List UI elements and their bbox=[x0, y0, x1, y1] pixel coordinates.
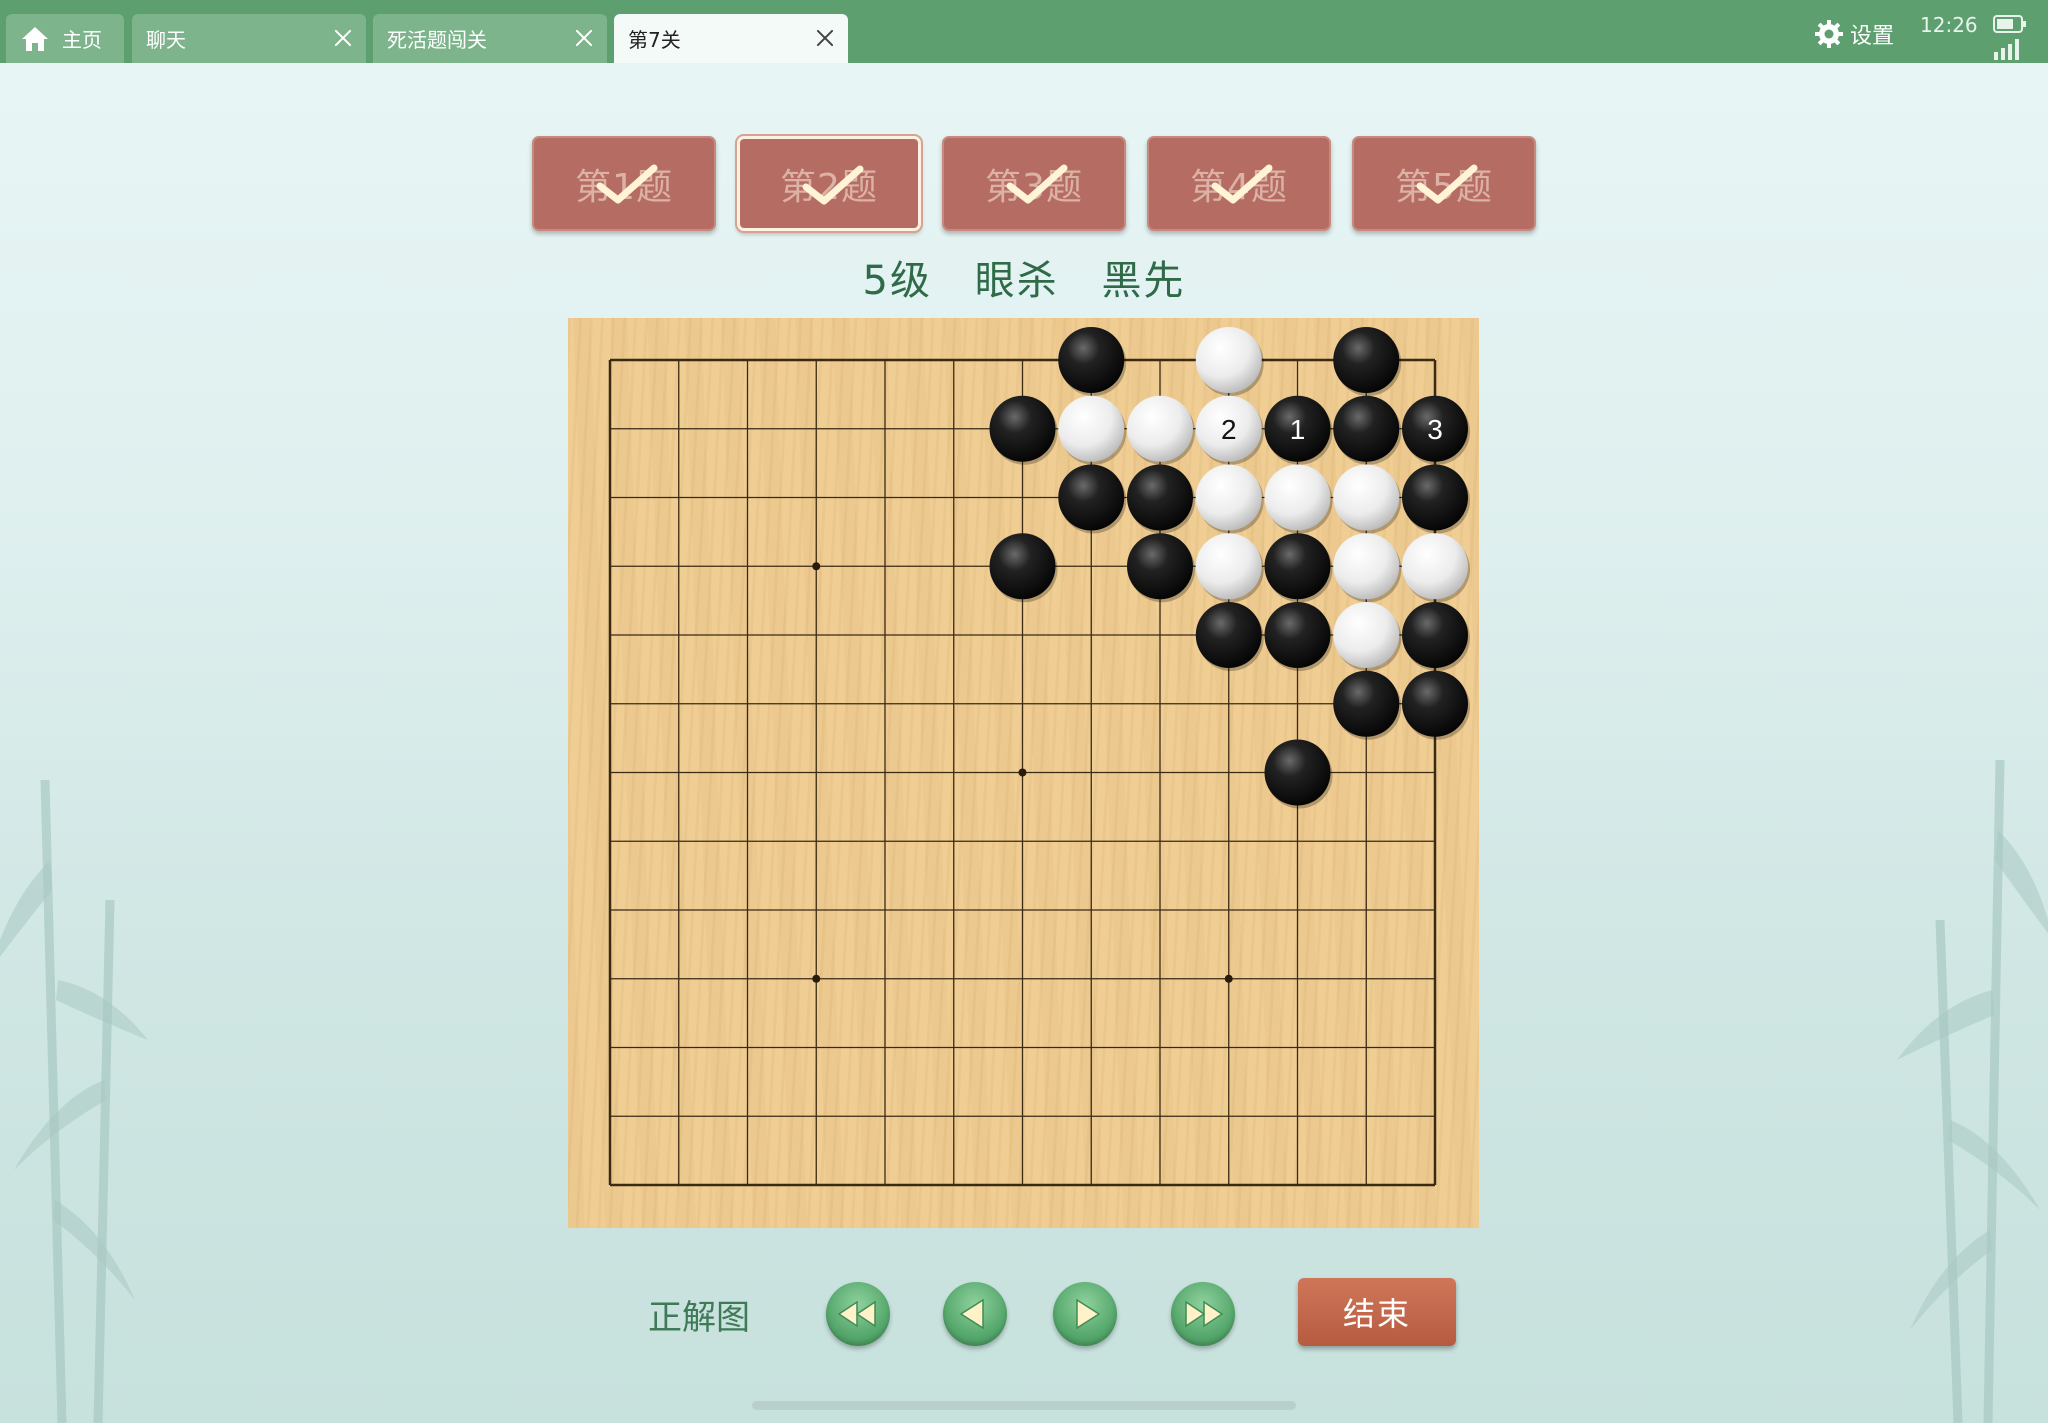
white-stone bbox=[1402, 533, 1470, 603]
first-move-button[interactable] bbox=[826, 1282, 890, 1346]
white-stone bbox=[1264, 464, 1333, 534]
white-stone bbox=[1127, 395, 1195, 465]
white-stone bbox=[1195, 327, 1264, 396]
black-stone bbox=[1402, 602, 1470, 671]
tab-home[interactable]: 主页 bbox=[6, 14, 124, 63]
white-stone bbox=[1333, 602, 1402, 671]
clock: 12:26 bbox=[1920, 13, 1978, 37]
tab-home-label: 主页 bbox=[62, 28, 102, 52]
move-number: 3 bbox=[1427, 414, 1443, 445]
checkmark-icon bbox=[802, 165, 864, 205]
tab-chat[interactable]: 聊天 bbox=[132, 14, 366, 63]
bamboo-decoration-right bbox=[1897, 760, 2048, 1423]
star-point bbox=[1018, 768, 1027, 777]
black-stone bbox=[1127, 533, 1195, 603]
close-icon[interactable] bbox=[814, 27, 836, 49]
tab-level-7-label: 第7关 bbox=[628, 28, 681, 52]
bamboo-decoration-left bbox=[0, 780, 148, 1423]
white-stone bbox=[1058, 395, 1127, 465]
checkmark-icon bbox=[1006, 164, 1068, 204]
settings-label: 设置 bbox=[1850, 24, 1895, 49]
checkmark-icon bbox=[1416, 164, 1478, 204]
question-button-3[interactable]: 第3题 bbox=[942, 136, 1126, 231]
board-grid[interactable]: 2 1 3 bbox=[568, 318, 1479, 1228]
problem-title: 5级 眼杀 黑先 bbox=[0, 248, 2048, 306]
triangle-left-icon bbox=[959, 1298, 984, 1330]
black-stone bbox=[1402, 464, 1470, 534]
black-stone bbox=[1058, 327, 1127, 396]
white-stone bbox=[1333, 533, 1402, 603]
black-stone bbox=[989, 533, 1058, 603]
move-number: 2 bbox=[1221, 414, 1237, 445]
tab-life-death-challenge[interactable]: 死活题闯关 bbox=[373, 14, 607, 63]
answer-diagram-label: 正解图 bbox=[648, 1298, 750, 1338]
fast-forward-icon bbox=[1185, 1300, 1224, 1328]
white-stone: 2 bbox=[1195, 395, 1264, 465]
white-stone bbox=[1195, 533, 1264, 603]
black-stone: 3 bbox=[1402, 395, 1470, 465]
problem-type: 眼杀 bbox=[974, 258, 1059, 304]
black-stone bbox=[1264, 602, 1333, 671]
question-button-5[interactable]: 第5题 bbox=[1352, 136, 1536, 231]
settings-button[interactable]: 设置 bbox=[1814, 18, 1894, 50]
close-icon[interactable] bbox=[573, 27, 595, 49]
problem-level: 5级 bbox=[862, 258, 932, 304]
star-point bbox=[812, 562, 821, 571]
close-icon[interactable] bbox=[332, 27, 354, 49]
rewind-icon bbox=[837, 1300, 876, 1328]
white-stone bbox=[1195, 464, 1264, 534]
previous-move-button[interactable] bbox=[943, 1282, 1007, 1346]
black-stone bbox=[1333, 395, 1402, 465]
black-stone bbox=[1195, 602, 1264, 671]
go-board[interactable]: 2 1 3 bbox=[568, 318, 1479, 1228]
top-tab-bar: 主页 聊天 死活题闯关 第7关 设置 12:26 bbox=[0, 0, 2048, 63]
home-icon bbox=[22, 26, 48, 51]
checkmark-icon bbox=[1211, 164, 1273, 204]
black-stone bbox=[1333, 327, 1402, 396]
question-button-1[interactable]: 第1题 bbox=[532, 136, 716, 231]
black-stone bbox=[1333, 670, 1402, 740]
black-stone bbox=[1058, 464, 1127, 534]
black-stone bbox=[1264, 533, 1333, 603]
gear-icon bbox=[1815, 20, 1843, 48]
triangle-right-icon bbox=[1076, 1298, 1101, 1330]
checkmark-icon bbox=[596, 164, 658, 204]
end-button[interactable]: 结束 bbox=[1298, 1278, 1456, 1346]
tab-level-7[interactable]: 第7关 bbox=[614, 14, 848, 63]
black-stone: 1 bbox=[1264, 395, 1333, 465]
white-stone bbox=[1333, 464, 1402, 534]
star-point bbox=[1224, 974, 1233, 983]
star-point bbox=[812, 974, 821, 983]
black-stone bbox=[989, 395, 1058, 465]
home-indicator[interactable] bbox=[752, 1401, 1296, 1410]
question-button-2[interactable]: 第2题 bbox=[737, 136, 921, 231]
next-move-button[interactable] bbox=[1053, 1282, 1117, 1346]
tab-chat-label: 聊天 bbox=[146, 28, 186, 52]
battery-icon bbox=[1993, 15, 2026, 33]
problem-to-play: 黑先 bbox=[1101, 258, 1186, 304]
tab-life-death-label: 死活题闯关 bbox=[387, 28, 487, 52]
last-move-button[interactable] bbox=[1171, 1282, 1235, 1346]
black-stone bbox=[1264, 739, 1333, 809]
move-number: 1 bbox=[1290, 414, 1306, 445]
question-button-4[interactable]: 第4题 bbox=[1147, 136, 1331, 231]
black-stone bbox=[1402, 670, 1470, 740]
signal-icon bbox=[1994, 39, 2019, 60]
black-stone bbox=[1127, 464, 1195, 534]
